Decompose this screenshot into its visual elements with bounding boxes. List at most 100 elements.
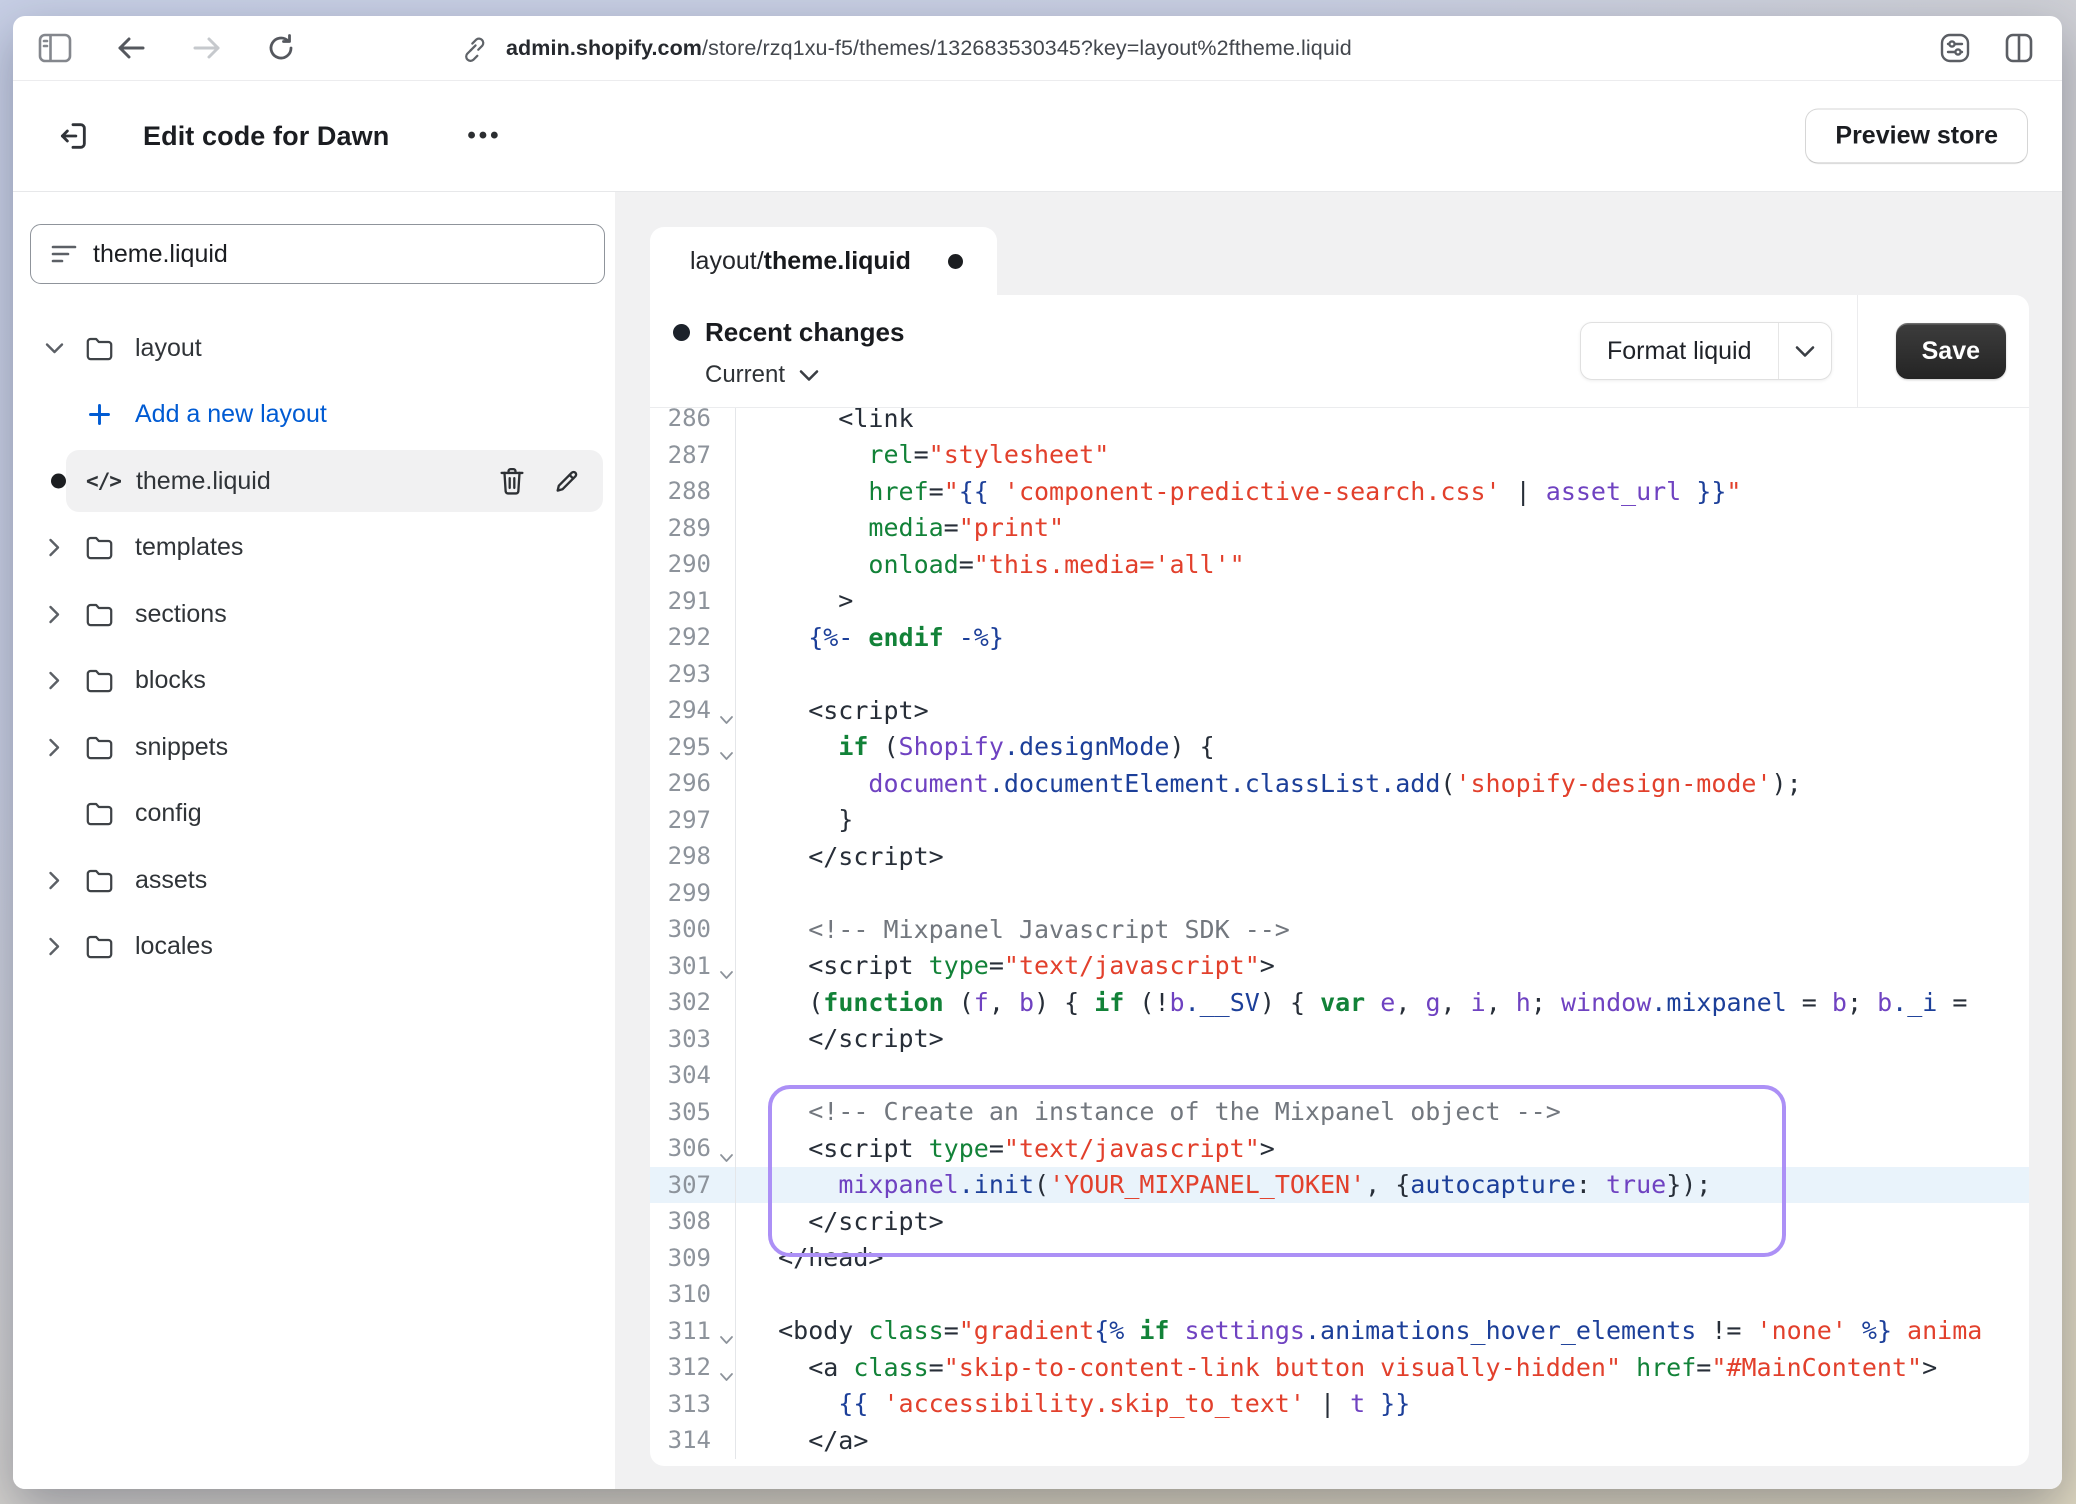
code-line-content: <script type="text/javascript"> (735, 948, 2029, 985)
code-line-293[interactable]: 293 (650, 656, 2029, 693)
unsaved-file-dot (51, 474, 66, 489)
sidebar-item-locales[interactable]: locales (13, 914, 615, 981)
folder-icon (79, 860, 119, 900)
line-number: 313 (650, 1386, 735, 1423)
code-line-content: } (735, 802, 2029, 839)
sidebar-item-assets[interactable]: assets (13, 847, 615, 914)
rename-file-icon[interactable] (553, 467, 581, 495)
sidebar-item-snippets[interactable]: snippets (13, 714, 615, 781)
code-line-content (735, 656, 2029, 693)
chevron-right-icon[interactable] (37, 730, 71, 764)
sidebar-toggle-icon[interactable] (38, 31, 72, 65)
sidebar-item-add-a-new-layout[interactable]: Add a new layout (13, 382, 615, 449)
forward-icon[interactable] (190, 31, 224, 65)
code-line-content: {%- endif -%} (735, 619, 2029, 656)
code-line-content: <script> (735, 692, 2029, 729)
code-line-299[interactable]: 299 (650, 875, 2029, 912)
recent-changes-label: Recent changes (705, 317, 904, 348)
fold-chevron-icon[interactable] (719, 751, 734, 761)
url-domain: admin.shopify.com (506, 36, 702, 60)
sidebar-item-theme-liquid[interactable]: </>theme.liquid (13, 448, 615, 515)
file-sidebar: layoutAdd a new layout</>theme.liquidtem… (13, 192, 615, 1489)
fold-chevron-icon[interactable] (719, 1372, 734, 1382)
code-line-310[interactable]: 310 (650, 1276, 2029, 1313)
editor-main: layout/theme.liquid Recent changes Curre… (615, 192, 2062, 1489)
code-line-298[interactable]: 298 </script> (650, 838, 2029, 875)
code-line-286[interactable]: 286 <link (650, 408, 2029, 437)
sidebar-item-blocks[interactable]: blocks (13, 648, 615, 715)
split-view-icon[interactable] (2002, 31, 2036, 65)
code-line-295[interactable]: 295 if (Shopify.designMode) { (650, 729, 2029, 766)
exit-editor-icon[interactable] (55, 118, 91, 154)
sidebar-item-label: locales (135, 932, 213, 961)
sidebar-item-templates[interactable]: templates (13, 515, 615, 582)
sidebar-item-layout[interactable]: layout (13, 315, 615, 382)
code-line-309[interactable]: 309 </head> (650, 1240, 2029, 1277)
search-input[interactable] (93, 240, 592, 269)
file-search-box[interactable] (30, 224, 605, 284)
code-line-308[interactable]: 308 </script> (650, 1203, 2029, 1240)
code-line-content: <!-- Mixpanel Javascript SDK --> (735, 911, 2029, 948)
editor-card: Recent changes Current Format liquid (650, 295, 2029, 1466)
sidebar-item-sections[interactable]: sections (13, 581, 615, 648)
code-line-291[interactable]: 291 > (650, 583, 2029, 620)
line-number: 286 (650, 408, 735, 437)
code-line-289[interactable]: 289 media="print" (650, 510, 2029, 547)
selected-file-row[interactable]: </>theme.liquid (66, 450, 603, 512)
line-number: 294 (650, 692, 735, 729)
delete-file-icon[interactable] (498, 466, 526, 496)
sidebar-item-config[interactable]: config (13, 781, 615, 848)
code-line-288[interactable]: 288 href="{{ 'component-predictive-searc… (650, 473, 2029, 510)
code-line-303[interactable]: 303 </script> (650, 1021, 2029, 1058)
code-line-content: <link (735, 408, 2029, 437)
format-liquid-button[interactable]: Format liquid (1580, 322, 1832, 380)
code-line-287[interactable]: 287 rel="stylesheet" (650, 437, 2029, 474)
fold-chevron-icon[interactable] (719, 715, 734, 725)
fold-chevron-icon[interactable] (719, 1153, 734, 1163)
code-line-content: {{ 'accessibility.skip_to_text' | t }} (735, 1386, 2029, 1423)
code-line-296[interactable]: 296 document.documentElement.classList.a… (650, 765, 2029, 802)
back-icon[interactable] (114, 31, 148, 65)
preview-store-button[interactable]: Preview store (1805, 109, 2028, 164)
version-dropdown[interactable]: Current (705, 361, 819, 389)
code-line-312[interactable]: 312 <a class="skip-to-content-link butto… (650, 1349, 2029, 1386)
code-line-294[interactable]: 294 <script> (650, 692, 2029, 729)
code-line-313[interactable]: 313 {{ 'accessibility.skip_to_text' | t … (650, 1386, 2029, 1423)
chevron-right-icon[interactable] (37, 863, 71, 897)
code-line-305[interactable]: 305 <!-- Create an instance of the Mixpa… (650, 1094, 2029, 1131)
code-line-297[interactable]: 297 } (650, 802, 2029, 839)
more-actions-button[interactable]: ••• (467, 122, 501, 150)
code-line-307[interactable]: 307 mixpanel.init('YOUR_MIXPANEL_TOKEN',… (650, 1167, 2029, 1204)
code-line-content: <a class="skip-to-content-link button vi… (735, 1349, 2029, 1386)
address-bar[interactable]: admin.shopify.com/store/rzq1xu-f5/themes… (506, 36, 1352, 61)
code-line-300[interactable]: 300 <!-- Mixpanel Javascript SDK --> (650, 911, 2029, 948)
chevron-right-icon[interactable] (37, 930, 71, 964)
chevron-right-icon[interactable] (37, 664, 71, 698)
chevron-right-icon[interactable] (37, 531, 71, 565)
line-number: 304 (650, 1057, 735, 1094)
fold-chevron-icon[interactable] (719, 1335, 734, 1345)
chevron-down-icon[interactable] (37, 331, 71, 365)
tab-theme-liquid[interactable]: layout/theme.liquid (650, 227, 997, 295)
code-line-304[interactable]: 304 (650, 1057, 2029, 1094)
reload-icon[interactable] (264, 31, 298, 65)
page-settings-icon[interactable] (1938, 31, 1972, 65)
code-line-306[interactable]: 306 <script type="text/javascript"> (650, 1130, 2029, 1167)
code-line-292[interactable]: 292 {%- endif -%} (650, 619, 2029, 656)
fold-chevron-icon[interactable] (719, 970, 734, 980)
code-line-content: rel="stylesheet" (735, 437, 2029, 474)
code-line-314[interactable]: 314 </a> (650, 1422, 2029, 1459)
code-line-302[interactable]: 302 (function (f, b) { if (!b.__SV) { va… (650, 984, 2029, 1021)
format-options-chevron[interactable] (1779, 323, 1831, 379)
line-number: 301 (650, 948, 735, 985)
save-button[interactable]: Save (1896, 323, 2006, 379)
file-label: theme.liquid (136, 467, 271, 496)
code-line-301[interactable]: 301 <script type="text/javascript"> (650, 948, 2029, 985)
code-editor[interactable]: 286 <link287 rel="stylesheet"288 href="{… (650, 408, 2029, 1466)
code-line-content: (function (f, b) { if (!b.__SV) { var e,… (735, 984, 2029, 1021)
chevron-right-icon[interactable] (37, 597, 71, 631)
line-number: 314 (650, 1422, 735, 1459)
line-number: 287 (650, 437, 735, 474)
code-line-311[interactable]: 311 <body class="gradient{% if settings.… (650, 1313, 2029, 1350)
code-line-290[interactable]: 290 onload="this.media='all'" (650, 546, 2029, 583)
